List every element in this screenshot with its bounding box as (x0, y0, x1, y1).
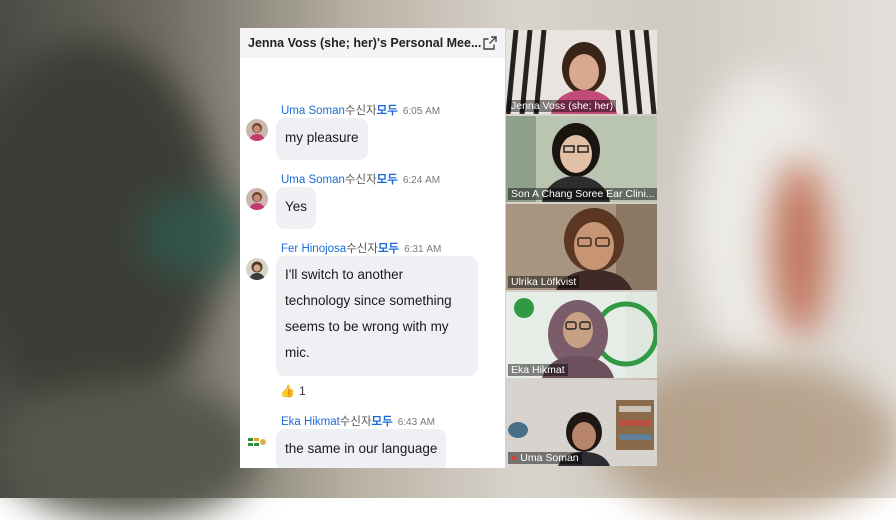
video-tile[interactable]: Jenna Voss (she; her) (506, 30, 657, 114)
mic-muted-icon: ● (511, 452, 521, 464)
recipient-everyone: 모두 (371, 416, 393, 428)
message-time: 6:05 AM (402, 106, 441, 117)
participant-name: Son A Chang Soree Ear Clini... (508, 188, 657, 200)
recipient-label: 수신자 (344, 105, 377, 117)
popout-icon[interactable] (483, 36, 497, 50)
message-time: 6:43 AM (397, 417, 435, 428)
recipient-everyone: 모두 (376, 105, 398, 117)
sender-name[interactable]: Uma Soman (281, 174, 345, 186)
sender-name[interactable]: Fer Hinojosa (281, 243, 346, 255)
video-tile[interactable]: Son A Chang Soree Ear Clini... (506, 116, 657, 202)
meeting-title: Jenna Voss (she; her)'s Personal Mee... (248, 36, 482, 50)
recipient-label: 수신자 (344, 174, 377, 186)
message-text: my pleasure (285, 130, 359, 145)
message-text: the same in our language (285, 441, 438, 456)
chat-header: Jenna Voss (she; her)'s Personal Mee... (240, 28, 505, 58)
reaction-chip[interactable]: 👍 1 (280, 384, 306, 398)
message-text: Yes (285, 199, 308, 214)
avatar (246, 119, 268, 141)
thumbs-up-icon: 👍 (280, 384, 295, 398)
avatar (246, 432, 268, 454)
video-tile[interactable]: ● Uma Soman (506, 380, 657, 466)
message-text-line: seems to be wrong with my (285, 319, 449, 334)
message-text-line: I'll switch to another (285, 267, 404, 282)
participant-name: Jenna Voss (she; her) (508, 100, 617, 112)
participant-name: ● Uma Soman (508, 452, 582, 464)
chat-panel: Jenna Voss (she; her)'s Personal Mee... … (240, 28, 505, 468)
participant-name: Ulrika Löfkvist (508, 276, 580, 288)
participant-name: Eka Hikmat (508, 364, 568, 376)
message-time: 6:24 AM (402, 175, 441, 186)
recipient-label: 수신자 (339, 416, 372, 428)
recipient-everyone: 모두 (377, 243, 400, 255)
recipient-label: 수신자 (346, 243, 378, 255)
message-bubble[interactable]: I'll switch to another technology since … (276, 256, 478, 376)
avatar (246, 188, 268, 210)
video-tile-active-speaker[interactable]: Eka Hikmat (506, 292, 657, 378)
message-bubble[interactable]: my pleasure (276, 118, 368, 160)
message-bubble[interactable]: the same in our language (276, 429, 447, 468)
message-text-line: technology since something (285, 293, 452, 308)
message-time: 6:31 AM (404, 244, 442, 255)
video-tile[interactable]: Ulrika Löfkvist (506, 204, 657, 290)
avatar (246, 258, 268, 280)
recipient-everyone: 모두 (376, 174, 398, 186)
message-text-line: mic. (285, 345, 310, 360)
sender-name[interactable]: Eka Hikmat (281, 416, 340, 428)
sender-name[interactable]: Uma Soman (281, 105, 345, 117)
message-bubble[interactable]: Yes (276, 187, 317, 229)
reaction-count: 1 (298, 384, 306, 398)
